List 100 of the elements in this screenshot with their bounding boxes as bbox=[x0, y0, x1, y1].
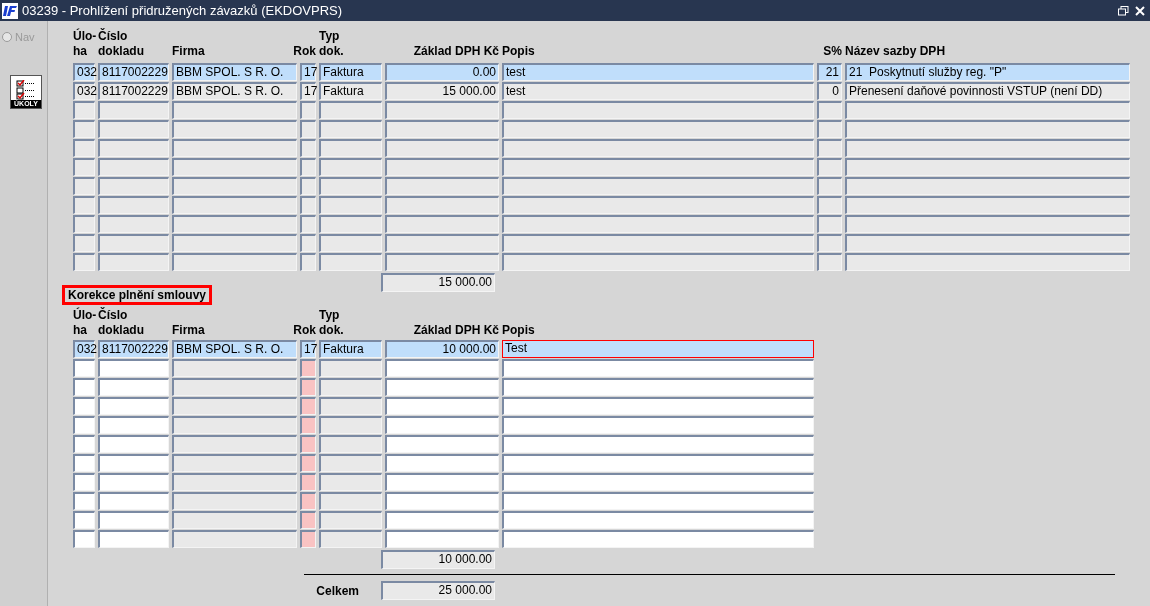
table-cell[interactable] bbox=[73, 359, 95, 377]
table-cell[interactable] bbox=[300, 158, 316, 176]
table-cell[interactable] bbox=[98, 139, 169, 157]
table-cell[interactable] bbox=[502, 473, 814, 491]
table-cell[interactable] bbox=[73, 473, 95, 491]
table-cell[interactable] bbox=[385, 530, 499, 548]
table-cell[interactable]: 032 bbox=[73, 340, 95, 358]
table-cell[interactable] bbox=[300, 234, 316, 252]
table-cell[interactable] bbox=[98, 416, 169, 434]
table-cell[interactable] bbox=[845, 253, 1130, 271]
table-cell[interactable] bbox=[502, 511, 814, 529]
table-cell[interactable] bbox=[817, 234, 842, 252]
table-cell[interactable] bbox=[98, 158, 169, 176]
table-cell[interactable] bbox=[319, 253, 382, 271]
table-cell[interactable] bbox=[385, 215, 499, 233]
table-cell[interactable] bbox=[845, 139, 1130, 157]
table-cell[interactable]: 17 bbox=[300, 340, 316, 358]
table-cell[interactable] bbox=[319, 120, 382, 138]
table-cell[interactable]: 17 bbox=[300, 82, 316, 100]
table-cell[interactable] bbox=[73, 234, 95, 252]
table-cell[interactable] bbox=[98, 511, 169, 529]
table-cell[interactable] bbox=[502, 158, 814, 176]
table-cell[interactable] bbox=[73, 530, 95, 548]
table-cell[interactable] bbox=[98, 473, 169, 491]
table-cell[interactable]: 8117002229 bbox=[98, 63, 169, 81]
table-cell[interactable] bbox=[385, 158, 499, 176]
table-cell[interactable] bbox=[98, 492, 169, 510]
table-cell[interactable] bbox=[300, 473, 316, 491]
table-cell[interactable] bbox=[172, 492, 297, 510]
table-cell[interactable] bbox=[73, 253, 95, 271]
table-cell[interactable] bbox=[385, 492, 499, 510]
table-cell[interactable] bbox=[98, 454, 169, 472]
table-cell[interactable] bbox=[817, 158, 842, 176]
table-cell[interactable] bbox=[385, 253, 499, 271]
table-cell[interactable] bbox=[300, 454, 316, 472]
table-cell[interactable] bbox=[319, 416, 382, 434]
table-cell[interactable]: 032 bbox=[73, 63, 95, 81]
table-cell[interactable]: 17 bbox=[300, 63, 316, 81]
table-cell[interactable] bbox=[73, 196, 95, 214]
table-cell[interactable] bbox=[98, 234, 169, 252]
table-cell[interactable] bbox=[300, 416, 316, 434]
table-cell[interactable] bbox=[73, 139, 95, 157]
table-cell[interactable] bbox=[73, 101, 95, 119]
table-cell[interactable] bbox=[73, 120, 95, 138]
table-cell[interactable] bbox=[817, 120, 842, 138]
table-cell[interactable] bbox=[502, 139, 814, 157]
table-cell[interactable] bbox=[73, 511, 95, 529]
table-cell[interactable] bbox=[73, 158, 95, 176]
table-cell[interactable] bbox=[845, 234, 1130, 252]
table-cell[interactable] bbox=[172, 530, 297, 548]
table-cell[interactable] bbox=[98, 530, 169, 548]
table-cell[interactable] bbox=[172, 234, 297, 252]
table-cell[interactable] bbox=[300, 378, 316, 396]
table-cell[interactable] bbox=[300, 101, 316, 119]
table-cell[interactable] bbox=[319, 139, 382, 157]
table-cell[interactable] bbox=[300, 120, 316, 138]
table-cell[interactable] bbox=[300, 492, 316, 510]
table-cell[interactable] bbox=[300, 511, 316, 529]
table-cell[interactable] bbox=[845, 196, 1130, 214]
table-cell[interactable] bbox=[502, 435, 814, 453]
table-cell[interactable] bbox=[319, 397, 382, 415]
table-cell[interactable]: 0.00 bbox=[385, 63, 499, 81]
table-cell[interactable]: 032 bbox=[73, 82, 95, 100]
table-cell[interactable] bbox=[98, 120, 169, 138]
restore-icon[interactable] bbox=[1118, 5, 1129, 16]
table-cell[interactable] bbox=[300, 139, 316, 157]
table-cell[interactable] bbox=[172, 196, 297, 214]
table-cell[interactable] bbox=[319, 492, 382, 510]
table-cell[interactable] bbox=[300, 359, 316, 377]
table-cell[interactable]: 0 bbox=[817, 82, 842, 100]
table-cell[interactable]: 10 000.00 bbox=[385, 340, 499, 358]
table-cell[interactable] bbox=[817, 215, 842, 233]
table-cell[interactable] bbox=[502, 253, 814, 271]
table-cell[interactable] bbox=[385, 359, 499, 377]
table-cell[interactable] bbox=[300, 397, 316, 415]
table-cell[interactable]: test bbox=[502, 63, 814, 81]
table-cell[interactable] bbox=[319, 435, 382, 453]
table-cell[interactable] bbox=[172, 215, 297, 233]
table-cell[interactable] bbox=[300, 196, 316, 214]
table-cell[interactable] bbox=[385, 511, 499, 529]
table-cell[interactable]: Faktura bbox=[319, 82, 382, 100]
table-cell[interactable] bbox=[319, 473, 382, 491]
table-cell[interactable] bbox=[73, 215, 95, 233]
table-cell[interactable] bbox=[319, 454, 382, 472]
table-cell[interactable] bbox=[73, 177, 95, 195]
table-cell[interactable] bbox=[98, 101, 169, 119]
table-cell[interactable] bbox=[502, 101, 814, 119]
table-cell[interactable] bbox=[845, 158, 1130, 176]
table-cell[interactable] bbox=[300, 177, 316, 195]
table-cell[interactable] bbox=[172, 435, 297, 453]
table-cell[interactable] bbox=[172, 359, 297, 377]
table-cell[interactable] bbox=[98, 397, 169, 415]
table-cell[interactable] bbox=[319, 101, 382, 119]
table-cell[interactable] bbox=[502, 234, 814, 252]
table-cell[interactable]: Přenesení daňové povinnosti VSTUP (není DD) bbox=[845, 82, 1130, 100]
table-cell[interactable] bbox=[172, 158, 297, 176]
table-cell[interactable] bbox=[98, 378, 169, 396]
table-cell[interactable] bbox=[502, 120, 814, 138]
table-cell[interactable] bbox=[502, 196, 814, 214]
table-cell[interactable]: 21 Poskytnutí služby reg. "P" bbox=[845, 63, 1130, 81]
